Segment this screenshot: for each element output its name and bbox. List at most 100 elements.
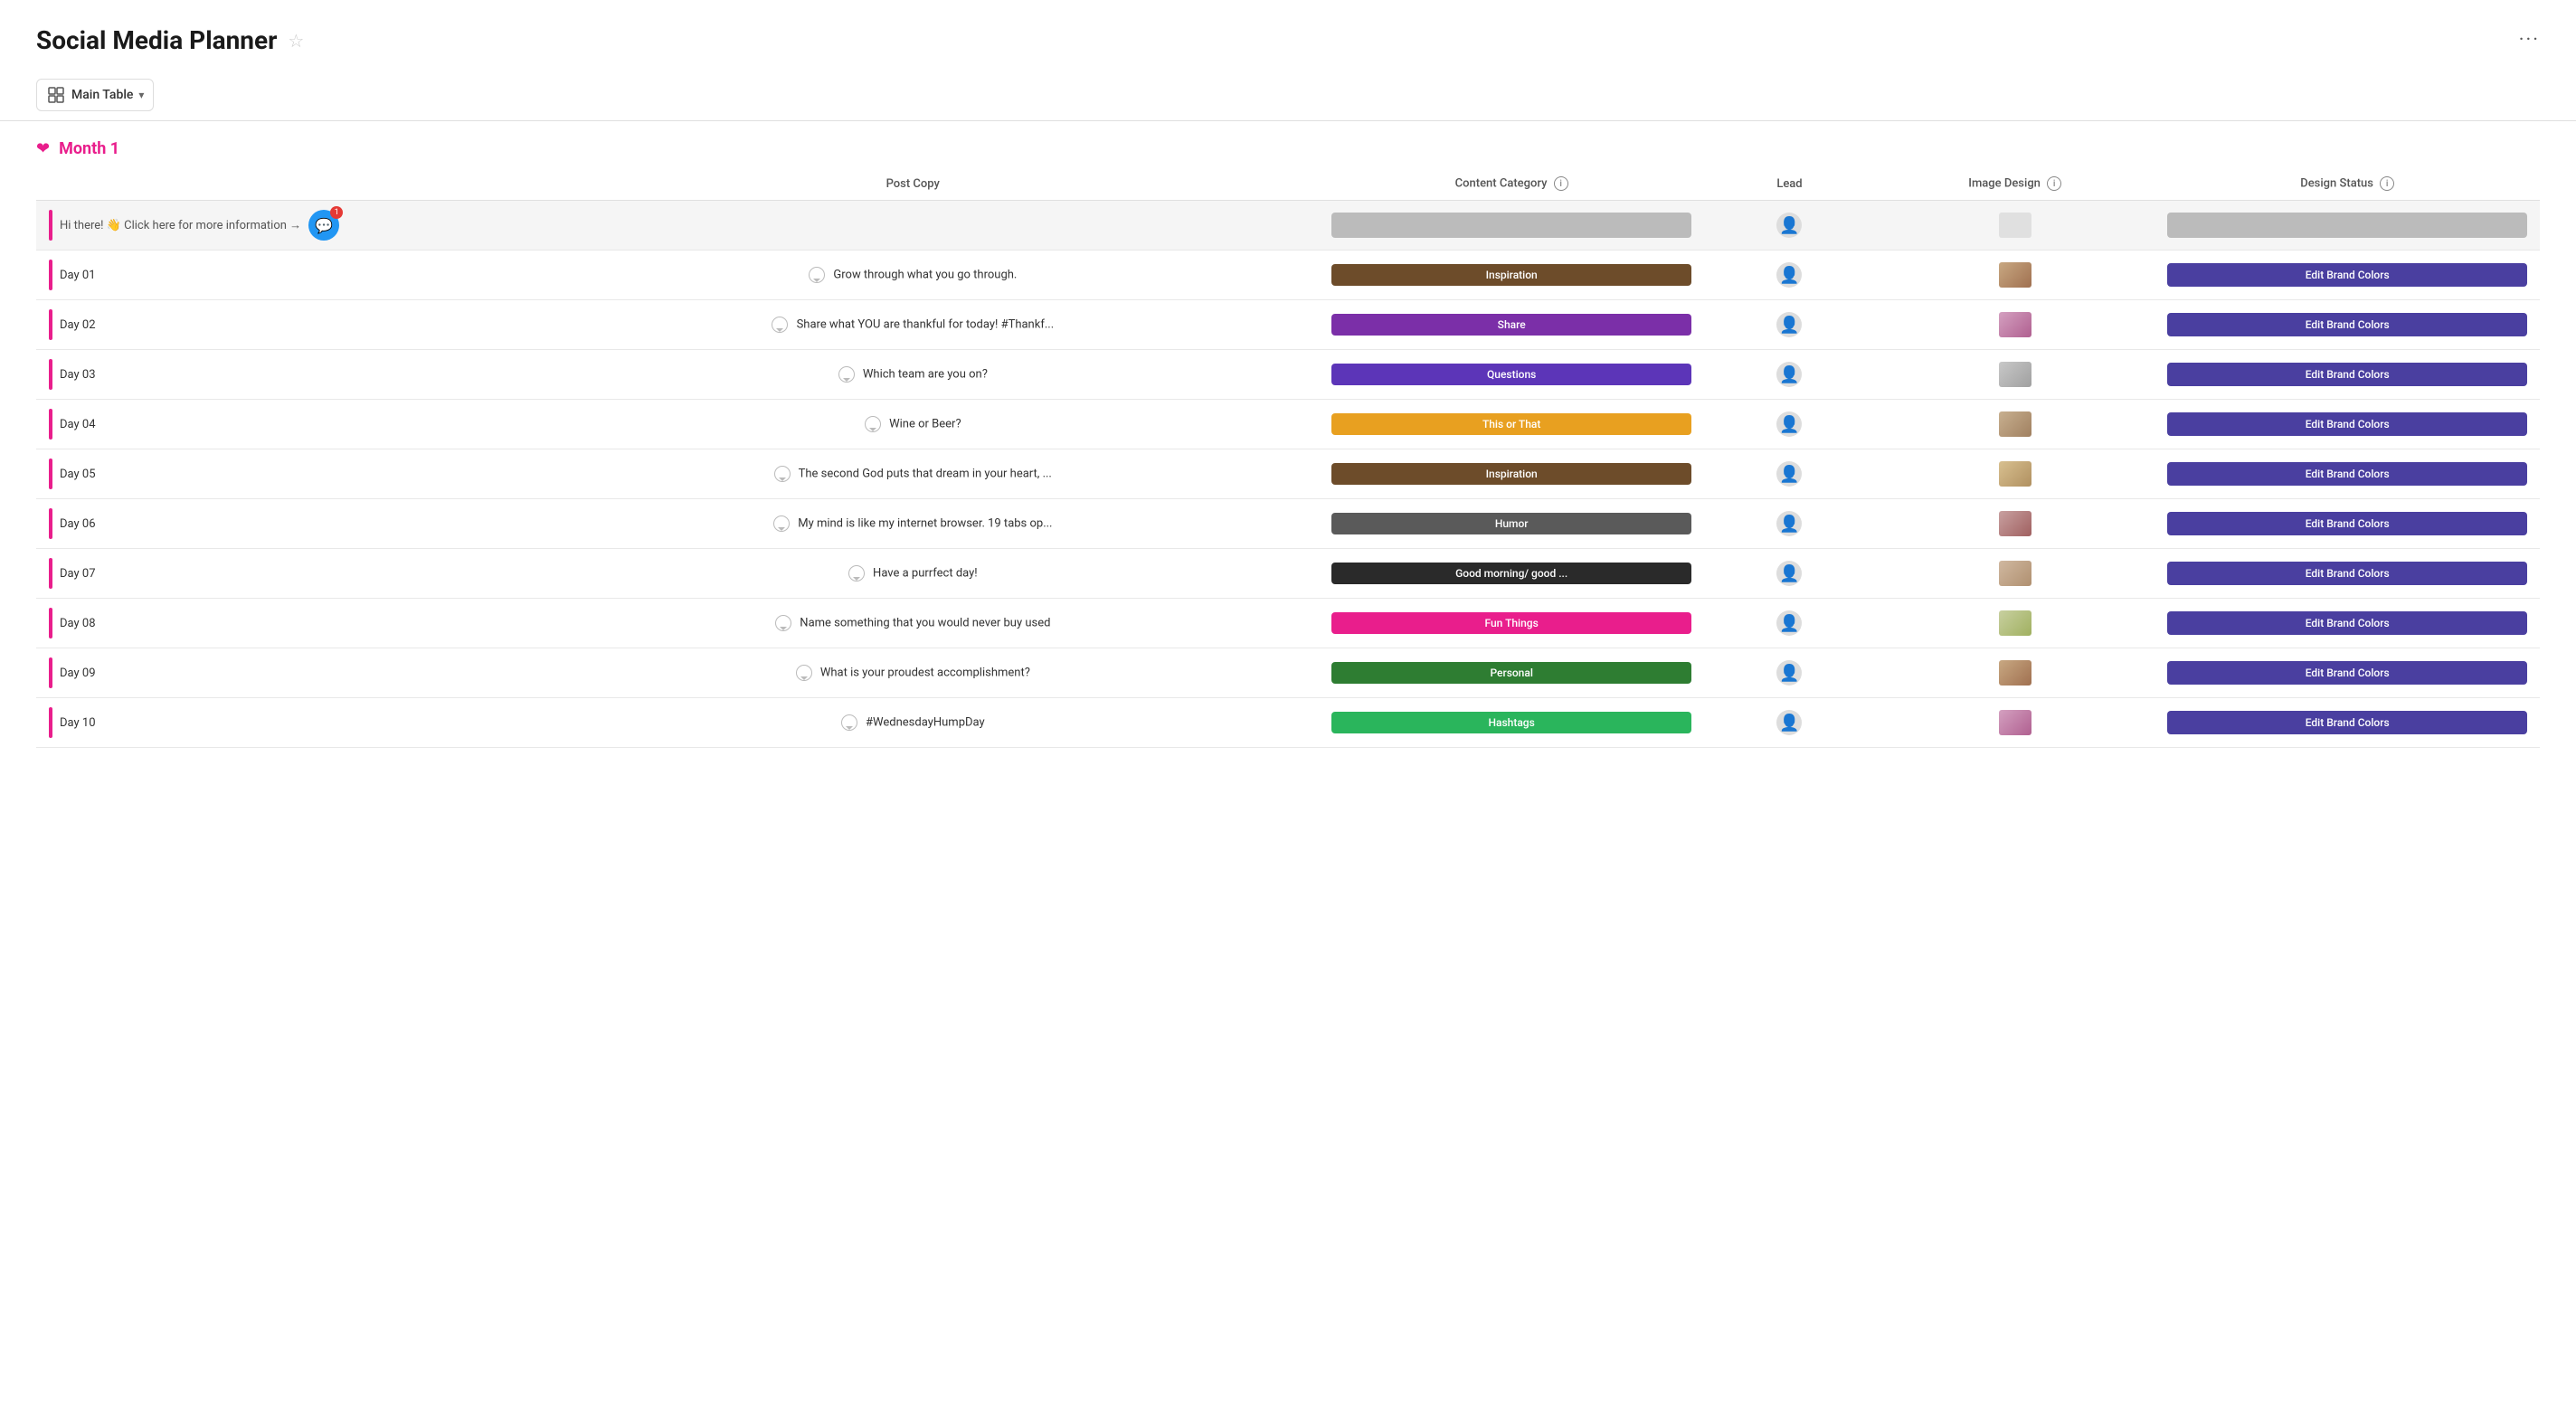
lead-avatar: 👤 [1776,411,1802,437]
row-lead: 👤 [1704,300,1875,350]
row-category: Questions [1319,350,1704,400]
row-name: Day 03 [60,368,96,382]
table-row: Day 01 Grow through what you go through.… [36,251,2540,300]
row-post-copy: Share what YOU are thankful for today! #… [507,300,1319,350]
more-options-icon[interactable]: ··· [2519,29,2540,52]
group-collapse-icon[interactable]: ❤ [36,139,50,158]
info-status-cell [2155,201,2540,251]
row-category: This or That [1319,400,1704,449]
comment-icon[interactable] [838,366,855,383]
row-post-copy: Which team are you on? [507,350,1319,400]
status-button[interactable]: Edit Brand Colors [2167,313,2527,336]
table-row: Day 08 Name something that you would nev… [36,599,2540,648]
comment-icon[interactable] [772,317,788,333]
image-thumb [1999,660,2031,686]
row-design-status[interactable]: Edit Brand Colors [2155,300,2540,350]
row-design-status[interactable]: Edit Brand Colors [2155,549,2540,599]
pink-bar [49,409,52,440]
row-design-status[interactable]: Edit Brand Colors [2155,499,2540,549]
table-selector[interactable]: Main Table ▾ [36,79,154,111]
comment-icon[interactable] [809,267,825,283]
favorite-icon[interactable]: ☆ [288,30,304,52]
category-badge: Inspiration [1331,463,1691,485]
lead-avatar: 👤 [1776,262,1802,288]
category-badge: Good morning/ good ... [1331,563,1691,584]
col-header-design-status: Design Status i [2155,167,2540,201]
row-design-status[interactable]: Edit Brand Colors [2155,400,2540,449]
post-copy-text: What is your proudest accomplishment? [820,666,1030,679]
row-image-design [1875,648,2155,698]
row-category: Humor [1319,499,1704,549]
category-badge: Personal [1331,662,1691,684]
table-row: Day 10 #WednesdayHumpDay Hashtags👤Edit B… [36,698,2540,748]
comment-icon[interactable] [775,615,791,631]
image-design-info-icon[interactable]: i [2047,176,2061,191]
row-name-cell: Day 07 [36,549,507,599]
info-lead-cell: 👤 [1704,201,1875,251]
content-category-info-icon[interactable]: i [1554,176,1568,191]
row-name: Day 08 [60,617,96,630]
row-name-cell: Day 10 [36,698,507,748]
pink-bar [49,707,52,738]
row-design-status[interactable]: Edit Brand Colors [2155,350,2540,400]
row-image-design [1875,549,2155,599]
category-badge: Questions [1331,364,1691,385]
row-name-cell: Day 01 [36,251,507,300]
status-button[interactable]: Edit Brand Colors [2167,661,2527,685]
row-design-status[interactable]: Edit Brand Colors [2155,599,2540,648]
status-button[interactable]: Edit Brand Colors [2167,562,2527,585]
status-button[interactable]: Edit Brand Colors [2167,412,2527,436]
row-name-cell: Day 04 [36,400,507,449]
status-button[interactable]: Edit Brand Colors [2167,462,2527,486]
comment-icon[interactable] [796,665,812,681]
category-badge: This or That [1331,413,1691,435]
comment-icon[interactable] [773,515,790,532]
design-status-info-icon[interactable]: i [2380,176,2394,191]
row-design-status[interactable]: Edit Brand Colors [2155,698,2540,748]
comment-icon[interactable] [865,416,881,432]
table-row: Day 05 The second God puts that dream in… [36,449,2540,499]
row-name-cell: Day 08 [36,599,507,648]
table-row: Day 04 Wine or Beer? This or That👤Edit B… [36,400,2540,449]
row-name: Day 04 [60,418,96,431]
status-button[interactable]: Edit Brand Colors [2167,512,2527,535]
comment-icon[interactable] [848,565,865,582]
info-image-cell [1875,201,2155,251]
post-copy-text: Grow through what you go through. [833,268,1017,281]
info-category-cell [1319,201,1704,251]
comment-icon[interactable] [774,466,791,482]
info-row-cell[interactable]: Hi there! 👋 Click here for more informat… [36,201,1319,251]
post-copy-text: Which team are you on? [863,367,988,381]
image-thumb [1999,561,2031,586]
row-name: Day 02 [60,318,96,332]
col-header-content-category: Content Category i [1319,167,1704,201]
pink-bar [49,657,52,688]
lead-avatar: 👤 [1776,710,1802,735]
row-lead: 👤 [1704,599,1875,648]
row-category: Inspiration [1319,449,1704,499]
row-lead: 👤 [1704,499,1875,549]
comment-icon[interactable] [841,714,857,731]
status-button[interactable]: Edit Brand Colors [2167,711,2527,734]
lead-avatar: 👤 [1776,461,1802,487]
info-row-text: Hi there! 👋 Click here for more informat… [60,218,301,232]
table-row: Day 09 What is your proudest accomplishm… [36,648,2540,698]
table-row: Day 02 Share what YOU are thankful for t… [36,300,2540,350]
status-button[interactable]: Edit Brand Colors [2167,611,2527,635]
row-design-status[interactable]: Edit Brand Colors [2155,648,2540,698]
row-image-design [1875,698,2155,748]
row-post-copy: Have a purrfect day! [507,549,1319,599]
row-image-design [1875,400,2155,449]
col-header-image-design: Image Design i [1875,167,2155,201]
lead-avatar: 👤 [1776,312,1802,337]
status-button[interactable]: Edit Brand Colors [2167,263,2527,287]
row-lead: 👤 [1704,648,1875,698]
chat-bubble-icon[interactable]: 💬 1 [308,210,339,241]
row-image-design [1875,251,2155,300]
row-design-status[interactable]: Edit Brand Colors [2155,449,2540,499]
row-image-design [1875,449,2155,499]
pink-bar [49,459,52,489]
status-button[interactable]: Edit Brand Colors [2167,363,2527,386]
row-design-status[interactable]: Edit Brand Colors [2155,251,2540,300]
lead-avatar: 👤 [1776,213,1802,238]
